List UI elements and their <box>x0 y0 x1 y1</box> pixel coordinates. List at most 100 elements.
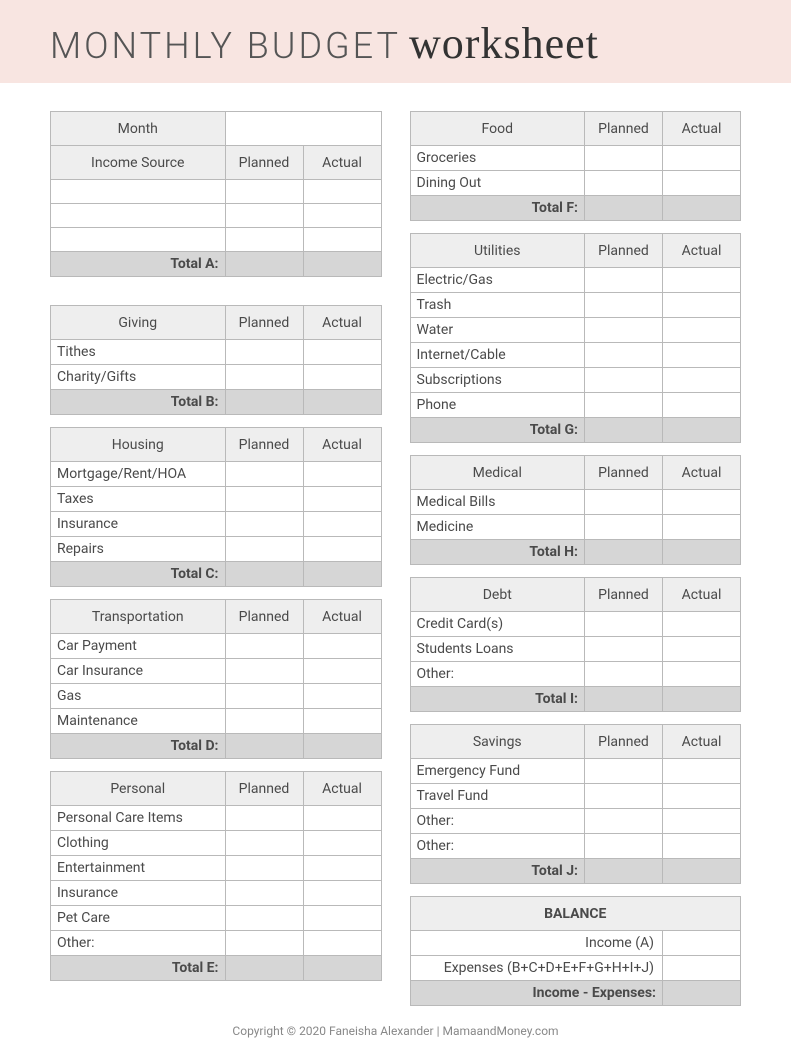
line-item-actual[interactable] <box>663 612 741 637</box>
line-item-planned[interactable] <box>225 831 303 856</box>
line-item-planned[interactable] <box>225 906 303 931</box>
category-total-actual[interactable] <box>663 859 741 884</box>
line-item-planned[interactable] <box>585 834 663 859</box>
line-item-planned[interactable] <box>585 393 663 418</box>
line-item-planned[interactable] <box>585 171 663 196</box>
line-item-actual[interactable] <box>303 462 381 487</box>
line-item-label: Travel Fund <box>410 784 585 809</box>
category-total-planned[interactable] <box>225 734 303 759</box>
line-item-planned[interactable] <box>585 318 663 343</box>
category-total-planned[interactable] <box>225 562 303 587</box>
line-item-planned[interactable] <box>225 709 303 734</box>
line-item-actual[interactable] <box>303 512 381 537</box>
line-item-actual[interactable] <box>303 537 381 562</box>
line-item-planned[interactable] <box>225 634 303 659</box>
line-item-actual[interactable] <box>303 709 381 734</box>
line-item-actual[interactable] <box>303 906 381 931</box>
month-value[interactable] <box>225 112 381 146</box>
line-item-planned[interactable] <box>585 637 663 662</box>
line-item-actual[interactable] <box>663 293 741 318</box>
category-total-actual[interactable] <box>663 687 741 712</box>
line-item-actual[interactable] <box>663 515 741 540</box>
category-total-planned[interactable] <box>585 687 663 712</box>
line-item-actual[interactable] <box>303 931 381 956</box>
balance-income-value[interactable] <box>663 931 741 956</box>
line-item-actual[interactable] <box>303 634 381 659</box>
line-item-actual[interactable] <box>663 318 741 343</box>
line-item-actual[interactable] <box>663 393 741 418</box>
line-item-actual[interactable] <box>663 809 741 834</box>
line-item-actual[interactable] <box>663 662 741 687</box>
title-banner: MONTHLY BUDGET worksheet <box>0 0 791 83</box>
line-item-planned[interactable] <box>225 462 303 487</box>
line-item-planned[interactable] <box>585 759 663 784</box>
line-item-actual[interactable] <box>663 171 741 196</box>
category-header: Housing <box>51 428 226 462</box>
line-item-actual[interactable] <box>663 490 741 515</box>
line-item-actual[interactable] <box>663 637 741 662</box>
line-item-planned[interactable] <box>225 931 303 956</box>
line-item-actual[interactable] <box>303 340 381 365</box>
line-item-actual[interactable] <box>303 806 381 831</box>
line-item-actual[interactable] <box>663 834 741 859</box>
line-item-actual[interactable] <box>663 759 741 784</box>
category-total-planned[interactable] <box>225 390 303 415</box>
line-item-actual[interactable] <box>303 856 381 881</box>
category-total-actual[interactable] <box>663 540 741 565</box>
line-item-planned[interactable] <box>585 515 663 540</box>
line-item-actual[interactable] <box>303 487 381 512</box>
line-item-planned[interactable] <box>225 881 303 906</box>
balance-expenses-value[interactable] <box>663 956 741 981</box>
line-item-actual[interactable] <box>663 268 741 293</box>
category-total-planned[interactable] <box>585 540 663 565</box>
income-row[interactable] <box>51 228 226 252</box>
line-item-actual[interactable] <box>303 881 381 906</box>
line-item-planned[interactable] <box>225 537 303 562</box>
line-item-planned[interactable] <box>225 856 303 881</box>
line-item-planned[interactable] <box>225 684 303 709</box>
line-item-planned[interactable] <box>585 662 663 687</box>
line-item-actual[interactable] <box>303 684 381 709</box>
income-row[interactable] <box>51 204 226 228</box>
line-item-planned[interactable] <box>585 490 663 515</box>
income-row[interactable] <box>51 180 226 204</box>
line-item-planned[interactable] <box>585 612 663 637</box>
line-item-label: Credit Card(s) <box>410 612 585 637</box>
line-item-planned[interactable] <box>585 268 663 293</box>
category-total-actual[interactable] <box>303 390 381 415</box>
line-item-planned[interactable] <box>225 340 303 365</box>
line-item-planned[interactable] <box>225 659 303 684</box>
line-item-planned[interactable] <box>225 365 303 390</box>
category-total-planned[interactable] <box>585 859 663 884</box>
line-item-planned[interactable] <box>585 368 663 393</box>
line-item-actual[interactable] <box>303 831 381 856</box>
category-total-planned[interactable] <box>585 196 663 221</box>
line-item-label: Trash <box>410 293 585 318</box>
line-item-planned[interactable] <box>585 146 663 171</box>
line-item-planned[interactable] <box>225 512 303 537</box>
category-table: FoodPlannedActualGroceriesDining OutTota… <box>410 111 742 221</box>
line-item-actual[interactable] <box>303 659 381 684</box>
line-item-planned[interactable] <box>225 487 303 512</box>
line-item-actual[interactable] <box>663 343 741 368</box>
income-total-planned[interactable] <box>225 252 303 277</box>
line-item-actual[interactable] <box>663 784 741 809</box>
balance-net-value[interactable] <box>663 981 741 1006</box>
category-total-actual[interactable] <box>303 956 381 981</box>
line-item-planned[interactable] <box>585 809 663 834</box>
line-item-actual[interactable] <box>663 368 741 393</box>
category-total-actual[interactable] <box>663 196 741 221</box>
category-total-planned[interactable] <box>225 956 303 981</box>
category-total-actual[interactable] <box>303 734 381 759</box>
line-item-planned[interactable] <box>585 784 663 809</box>
line-item-planned[interactable] <box>585 343 663 368</box>
line-item-actual[interactable] <box>303 365 381 390</box>
category-total-planned[interactable] <box>585 418 663 443</box>
planned-header: Planned <box>225 428 303 462</box>
category-total-actual[interactable] <box>303 562 381 587</box>
income-total-actual[interactable] <box>303 252 381 277</box>
line-item-planned[interactable] <box>585 293 663 318</box>
line-item-planned[interactable] <box>225 806 303 831</box>
line-item-actual[interactable] <box>663 146 741 171</box>
category-total-actual[interactable] <box>663 418 741 443</box>
